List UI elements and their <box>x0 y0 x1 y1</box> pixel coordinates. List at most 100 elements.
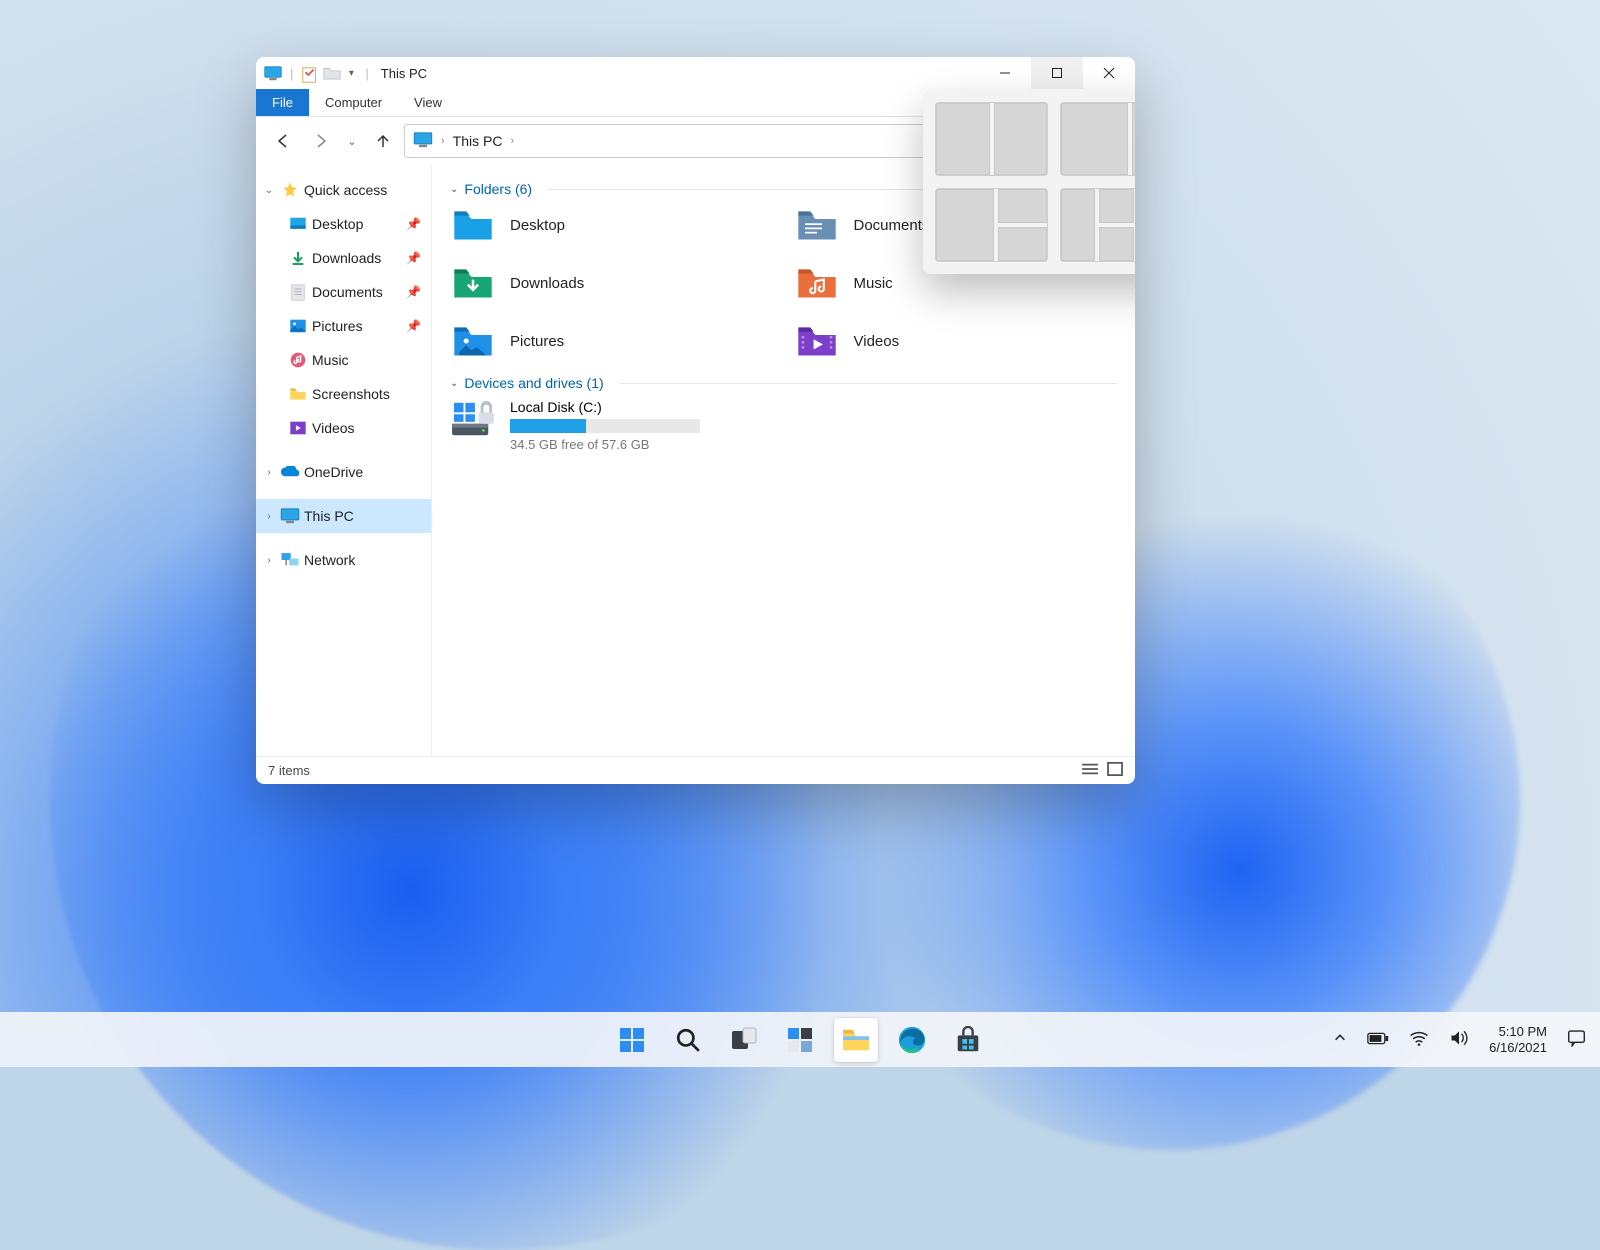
chevron-down-icon[interactable]: ⌄ <box>262 185 276 196</box>
nav-forward-button[interactable] <box>304 124 338 158</box>
navigation-pane: ⌄ Quick access Desktop 📌 Downloads 📌 Doc… <box>256 165 432 756</box>
downloads-icon <box>288 248 308 268</box>
nav-label: Quick access <box>304 182 387 198</box>
snap-layout-wide-narrow[interactable] <box>1060 102 1135 176</box>
ribbon-tab-view[interactable]: View <box>398 89 458 116</box>
taskbar[interactable]: 5:10 PM 6/16/2021 <box>0 1012 1600 1067</box>
pin-icon: 📌 <box>406 251 421 265</box>
maximize-button[interactable] <box>1031 57 1083 89</box>
pin-icon: 📌 <box>406 285 421 299</box>
taskbar-widgets-button[interactable] <box>778 1018 822 1062</box>
nav-label: Screenshots <box>312 386 390 402</box>
chevron-right-icon[interactable]: › <box>262 467 276 478</box>
tray-date: 6/16/2021 <box>1489 1040 1547 1056</box>
nav-item-screenshots[interactable]: Screenshots <box>256 377 431 411</box>
tray-volume-icon[interactable] <box>1449 1029 1469 1050</box>
taskbar-app-store[interactable] <box>946 1018 990 1062</box>
tray-overflow-button[interactable] <box>1333 1031 1347 1048</box>
drive-icon <box>450 399 496 439</box>
snap-layout-quarters[interactable] <box>1060 188 1135 262</box>
folder-item-pictures[interactable]: Pictures <box>450 321 774 361</box>
nav-onedrive[interactable]: › OneDrive <box>256 455 431 489</box>
folder-label: Pictures <box>510 333 564 350</box>
nav-quick-access[interactable]: ⌄ Quick access <box>256 173 431 207</box>
desktop-icon <box>288 214 308 234</box>
group-header-drives[interactable]: ⌄ Devices and drives (1) <box>450 375 1117 391</box>
drive-item-c[interactable]: Local Disk (C:) 34.5 GB free of 57.6 GB <box>450 399 1117 452</box>
properties-icon[interactable] <box>301 66 319 81</box>
taskbar-app-file-explorer[interactable] <box>834 1018 878 1062</box>
snap-layout-left-stack[interactable] <box>935 188 1048 262</box>
snap-layout-half-half[interactable] <box>935 102 1048 176</box>
folder-label: Downloads <box>510 275 584 292</box>
nav-back-button[interactable] <box>266 124 300 158</box>
pictures-icon <box>288 316 308 336</box>
tray-clock[interactable]: 5:10 PM 6/16/2021 <box>1489 1024 1547 1055</box>
chevron-right-icon[interactable]: › <box>262 511 276 522</box>
folder-item-downloads[interactable]: Downloads <box>450 263 774 303</box>
dropdown-icon[interactable]: ▾ <box>345 66 357 81</box>
folder-label: Music <box>854 275 893 292</box>
start-button[interactable] <box>610 1018 654 1062</box>
drive-label: Local Disk (C:) <box>510 399 700 415</box>
taskbar-taskview-button[interactable] <box>722 1018 766 1062</box>
folder-label: Desktop <box>510 217 565 234</box>
chevron-right-icon[interactable]: › <box>441 135 445 147</box>
videos-icon <box>288 418 308 438</box>
folder-item-desktop[interactable]: Desktop <box>450 205 774 245</box>
music-icon <box>288 350 308 370</box>
nav-history-dropdown[interactable]: ⌄ <box>342 124 362 158</box>
chevron-right-icon[interactable]: › <box>510 135 514 147</box>
tray-battery-icon[interactable] <box>1367 1032 1389 1048</box>
close-button[interactable] <box>1083 57 1135 89</box>
folder-label: Videos <box>854 333 900 350</box>
documents-icon <box>288 282 308 302</box>
desktop-folder-icon <box>450 205 496 245</box>
nav-item-videos[interactable]: Videos <box>256 411 431 445</box>
taskbar-app-edge[interactable] <box>890 1018 934 1062</box>
quick-access-toolbar: | ▾ | <box>264 66 373 81</box>
nav-item-documents[interactable]: Documents 📌 <box>256 275 431 309</box>
nav-this-pc[interactable]: › This PC <box>256 499 431 533</box>
pin-icon: 📌 <box>406 217 421 231</box>
tray-notifications-button[interactable] <box>1567 1029 1586 1050</box>
nav-item-music[interactable]: Music <box>256 343 431 377</box>
downloads-folder-icon <box>450 263 496 303</box>
view-details-button[interactable] <box>1081 762 1099 779</box>
chevron-down-icon: ⌄ <box>450 378 458 389</box>
nav-up-button[interactable] <box>366 124 400 158</box>
item-count: 7 items <box>268 763 310 778</box>
nav-item-desktop[interactable]: Desktop 📌 <box>256 207 431 241</box>
ribbon-tab-file[interactable]: File <box>256 89 309 116</box>
snap-layouts-flyout <box>923 90 1135 274</box>
breadcrumb-this-pc[interactable]: This PC <box>453 133 503 149</box>
view-large-icons-button[interactable] <box>1107 762 1123 779</box>
onedrive-icon <box>280 462 300 482</box>
this-pc-icon[interactable] <box>264 66 282 81</box>
pin-icon: 📌 <box>406 319 421 333</box>
nav-label: OneDrive <box>304 464 363 480</box>
taskbar-search-button[interactable] <box>666 1018 710 1062</box>
group-title: Folders (6) <box>464 181 532 197</box>
minimize-button[interactable] <box>979 57 1031 89</box>
star-icon <box>280 180 300 200</box>
ribbon-tab-computer[interactable]: Computer <box>309 89 398 116</box>
nav-label: Downloads <box>312 250 381 266</box>
nav-network[interactable]: › Network <box>256 543 431 577</box>
nav-label: Documents <box>312 284 383 300</box>
folder-label: Documents <box>854 217 930 234</box>
nav-label: Videos <box>312 420 355 436</box>
chevron-right-icon[interactable]: › <box>262 555 276 566</box>
nav-item-pictures[interactable]: Pictures 📌 <box>256 309 431 343</box>
folder-item-videos[interactable]: Videos <box>794 321 1118 361</box>
documents-folder-icon <box>794 205 840 245</box>
titlebar[interactable]: | ▾ | This PC <box>256 57 1135 89</box>
network-icon <box>280 550 300 570</box>
folder-icon[interactable] <box>323 66 341 81</box>
nav-label: This PC <box>304 508 354 524</box>
this-pc-icon <box>413 132 433 151</box>
nav-item-downloads[interactable]: Downloads 📌 <box>256 241 431 275</box>
nav-label: Pictures <box>312 318 363 334</box>
chevron-down-icon: ⌄ <box>450 184 458 195</box>
tray-wifi-icon[interactable] <box>1409 1030 1429 1049</box>
